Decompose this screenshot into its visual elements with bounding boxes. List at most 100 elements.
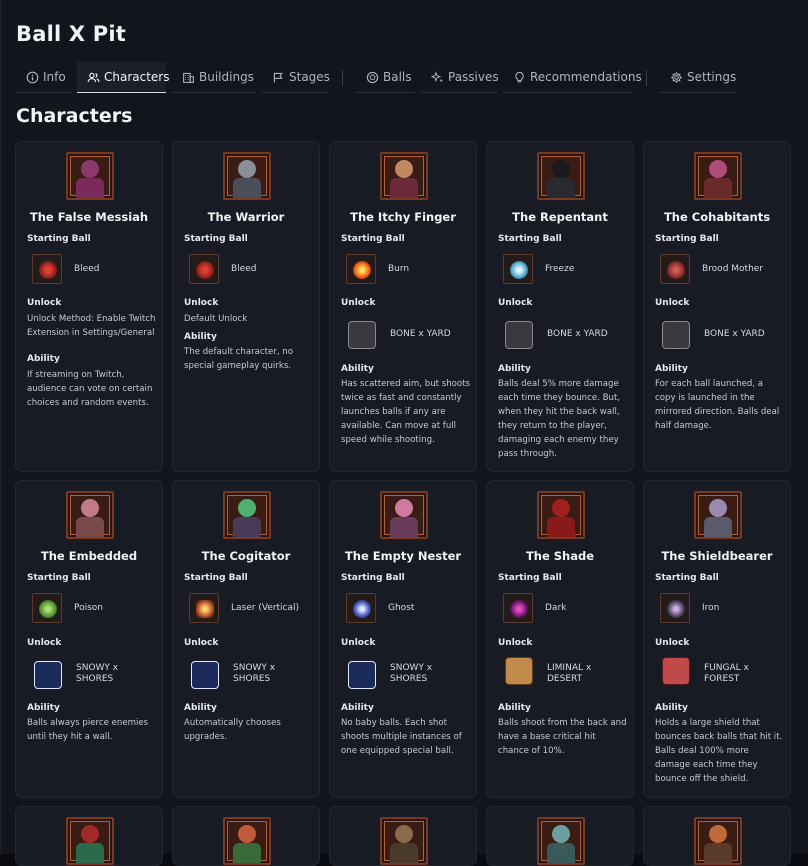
tab-label: Stages (289, 70, 330, 84)
character-portrait (694, 817, 742, 865)
unlock-text: Default Unlock (184, 314, 248, 324)
tab-recommendations[interactable]: Recommendations (503, 62, 642, 93)
unlock-label: Unlock (341, 638, 376, 648)
ability-label: Ability (498, 364, 531, 374)
tab-info[interactable]: Info (16, 62, 72, 93)
tab-buildings[interactable]: Buildings (172, 62, 256, 93)
character-portrait (223, 491, 271, 539)
character-card[interactable] (643, 806, 791, 866)
character-card[interactable]: The Empty Nester Starting Ball Ghost Unl… (329, 480, 477, 798)
tab-settings[interactable]: Settings (660, 62, 736, 93)
character-portrait (537, 817, 585, 865)
ball-name: Dark (545, 603, 567, 613)
tab-label: Buildings (199, 70, 254, 84)
character-portrait (380, 817, 428, 865)
ability-text: For each ball launched, a copy is launch… (655, 379, 780, 431)
ability-text: Balls deal 5% more damage each time they… (498, 379, 621, 459)
ability-label: Ability (341, 364, 374, 374)
app-window: Ball X Pit Info Characters Buildings Sta… (0, 0, 808, 866)
liminal-desert-icon (505, 657, 533, 685)
tab-characters[interactable]: Characters (77, 62, 170, 93)
starting-ball-label: Starting Ball (655, 234, 719, 244)
character-name: The Cohabitants (663, 210, 771, 224)
app-title: Ball X Pit (16, 22, 127, 46)
unlock-stage: SNOWY x SHORES (233, 663, 276, 684)
tab-divider (342, 70, 343, 86)
tab-divider (646, 70, 647, 86)
ability-label: Ability (341, 703, 374, 713)
character-card[interactable]: The Cohabitants Starting Ball Brood Moth… (643, 141, 791, 472)
tab-stages[interactable]: Stages (262, 62, 330, 93)
character-card[interactable] (15, 806, 163, 866)
character-card[interactable]: The Repentant Starting Ball Freeze Unloc… (486, 141, 634, 472)
character-card[interactable]: The Warrior Starting Ball Bleed Unlock D… (172, 141, 320, 472)
starting-ball-label: Starting Ball (498, 234, 562, 244)
character-card[interactable]: The False Messiah Starting Ball Bleed Un… (15, 141, 163, 472)
tab-label: Recommendations (530, 70, 642, 84)
character-portrait (380, 152, 428, 200)
starting-ball-label: Starting Ball (341, 234, 405, 244)
ghost-ball-icon (346, 593, 376, 623)
character-card[interactable]: The Embedded Starting Ball Poison Unlock… (15, 480, 163, 798)
iron-ball-icon (660, 593, 690, 623)
tab-passives[interactable]: Passives (421, 62, 499, 93)
unlock-stage: LIMINAL x DESERT (547, 663, 592, 684)
dark-ball-icon (503, 593, 533, 623)
unlock-stage: SNOWY x SHORES (76, 663, 119, 684)
character-card[interactable] (329, 806, 477, 866)
unlock-text: Unlock Method: Enable Twitch Extension i… (27, 314, 156, 338)
ability-text: Has scattered aim, but shoots twice as f… (341, 379, 471, 445)
laser-ball-icon (189, 593, 219, 623)
unlock-label: Unlock (655, 638, 690, 648)
character-card[interactable]: The Shade Starting Ball Dark Unlock LIMI… (486, 480, 634, 798)
ability-text: Balls shoot from the back and have a bas… (498, 718, 627, 756)
bone-yard-icon (348, 321, 376, 349)
ability-label: Ability (27, 703, 60, 713)
character-card[interactable] (486, 806, 634, 866)
character-name: The Shieldbearer (661, 549, 773, 563)
ability-text: Automatically chooses upgrades. (184, 718, 281, 742)
bleed-ball-icon (189, 254, 219, 284)
character-name: The False Messiah (29, 210, 149, 224)
ability-label: Ability (655, 364, 688, 374)
tab-label: Info (43, 70, 66, 84)
ball-name: Freeze (545, 264, 575, 274)
ability-text: If streaming on Twitch, audience can vot… (27, 370, 153, 408)
unlock-label: Unlock (498, 298, 533, 308)
tab-label: Characters (104, 70, 170, 84)
snowy-shores-icon (191, 661, 219, 689)
tab-label: Balls (383, 70, 412, 84)
tab-label: Passives (448, 70, 499, 84)
character-name: The Repentant (512, 210, 608, 224)
tab-label: Settings (687, 70, 737, 84)
character-card[interactable]: The Cogitator Starting Ball Laser (Verti… (172, 480, 320, 798)
snowy-shores-icon (34, 661, 62, 689)
ball-name: Brood Mother (702, 264, 764, 274)
ball-name: Burn (388, 264, 410, 274)
tab-bar: Info Characters Buildings Stages Balls P… (16, 62, 796, 94)
ability-label: Ability (184, 703, 217, 713)
unlock-label: Unlock (498, 638, 533, 648)
snowy-shores-icon (348, 661, 376, 689)
character-portrait (380, 491, 428, 539)
character-card[interactable] (172, 806, 320, 866)
tab-balls[interactable]: Balls (356, 62, 415, 93)
starting-ball-label: Starting Ball (341, 573, 405, 583)
unlock-stage: BONE x YARD (390, 329, 451, 339)
ball-name: Laser (Vertical) (231, 603, 300, 613)
ball-icon (366, 71, 379, 83)
ball-name: Bleed (231, 264, 257, 274)
ability-label: Ability (184, 332, 217, 342)
bone-yard-icon (505, 321, 533, 349)
info-icon (26, 71, 39, 83)
starting-ball-label: Starting Ball (27, 573, 91, 583)
unlock-label: Unlock (184, 638, 219, 648)
buildings-icon (183, 72, 194, 83)
unlock-label: Unlock (27, 298, 62, 308)
bleed-ball-icon (32, 254, 62, 284)
character-card[interactable]: The Shieldbearer Starting Ball Iron Unlo… (643, 480, 791, 798)
character-name: The Warrior (207, 210, 285, 224)
unlock-stage: BONE x YARD (547, 329, 608, 339)
unlock-label: Unlock (27, 638, 62, 648)
character-card[interactable]: The Itchy Finger Starting Ball Burn Unlo… (329, 141, 477, 472)
